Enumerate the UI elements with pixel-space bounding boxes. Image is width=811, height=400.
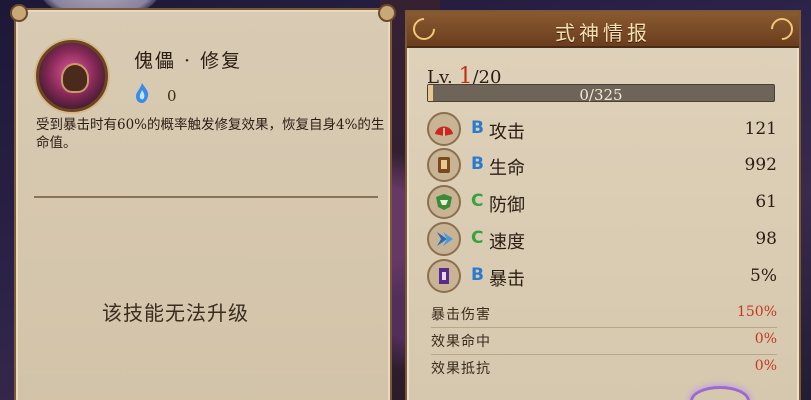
substat-row: 效果命中 0% — [431, 331, 777, 355]
skill-description: 受到暴击时有60%的概率触发修复效果，恢复自身4%的生命值。 — [36, 117, 385, 151]
stat-row-defense: C 防御 61 — [427, 185, 779, 221]
panel-title: 式神情报 — [555, 21, 651, 45]
substat-name: 暴击伤害 — [431, 307, 491, 323]
grade-badge: B — [471, 265, 484, 285]
stat-name: 暴击 — [489, 269, 525, 290]
substat-value: 0% — [754, 331, 777, 347]
fan-icon — [427, 112, 461, 146]
grade-badge: C — [471, 191, 484, 211]
blue-flame-orb-icon — [136, 83, 149, 103]
chevron-icon — [427, 222, 461, 256]
stat-row-crit: B 暴击 5% — [427, 259, 779, 295]
stat-name: 速度 — [489, 232, 525, 253]
stat-value: 121 — [744, 119, 777, 139]
skill-card: 傀儡 · 修复 0 受到暴击时有60%的概率触发修复效果，恢复自身4%的生命值。… — [10, 4, 396, 400]
stat-name: 生命 — [489, 158, 525, 179]
orb-count: 0 — [167, 87, 177, 105]
shikigami-info-panel: 式神情报 Lv. 1/20 0/325 B 攻击 121 B 生命 992 C … — [405, 10, 801, 400]
divider — [34, 196, 378, 198]
substat-row: 暴击伤害 150% — [431, 304, 777, 328]
grade-badge: B — [471, 118, 484, 138]
stat-value: 992 — [744, 155, 777, 175]
substat-name: 效果抵抗 — [431, 361, 491, 377]
banner-icon — [427, 259, 461, 293]
substat-value: 0% — [754, 358, 777, 374]
panel-header: 式神情报 — [407, 12, 799, 48]
stat-value: 98 — [755, 229, 777, 249]
substat-name: 效果命中 — [431, 334, 491, 350]
corner-ornament — [10, 4, 28, 22]
scroll-icon — [427, 148, 461, 182]
grade-badge: C — [471, 228, 484, 248]
substat-row: 效果抵抗 0% — [431, 358, 777, 382]
divider — [431, 354, 777, 355]
skill-icon — [36, 40, 108, 112]
divider — [431, 327, 777, 328]
stat-value: 61 — [755, 192, 777, 212]
shield-icon — [427, 185, 461, 219]
stat-row-attack: B 攻击 121 — [427, 112, 779, 148]
substat-value: 150% — [736, 304, 777, 320]
stat-value: 5% — [750, 266, 777, 286]
stat-row-hp: B 生命 992 — [427, 148, 779, 184]
exp-text: 0/325 — [579, 86, 623, 104]
stat-name: 攻击 — [489, 122, 525, 143]
stat-name: 防御 — [489, 195, 525, 216]
no-upgrade-message: 该技能无法升级 — [102, 301, 249, 325]
skill-name: 傀儡 · 修复 — [134, 50, 243, 72]
puppet-icon — [61, 63, 89, 93]
exp-bar: 0/325 — [427, 84, 775, 104]
grade-badge: B — [471, 154, 484, 174]
stat-row-speed: C 速度 98 — [427, 222, 779, 258]
corner-ornament — [378, 4, 396, 22]
